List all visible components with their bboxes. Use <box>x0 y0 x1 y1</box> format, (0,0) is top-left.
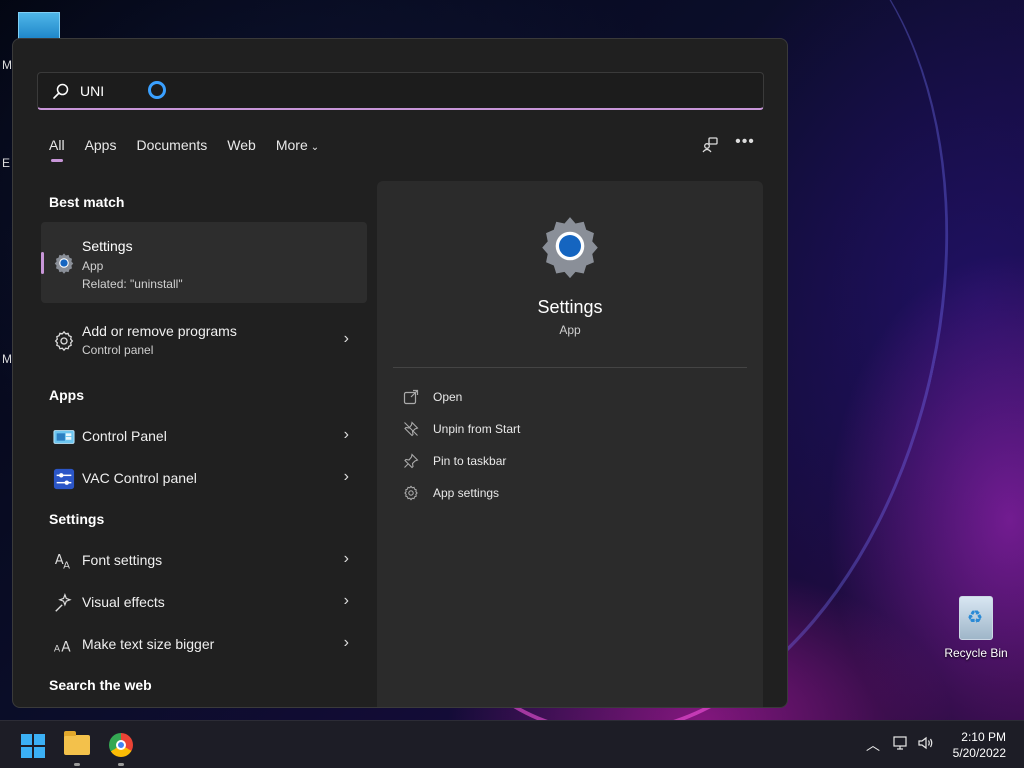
section-apps: Apps <box>49 387 84 403</box>
action-label: App settings <box>433 486 500 500</box>
open-icon <box>403 389 419 405</box>
gear-icon <box>54 330 74 352</box>
file-explorer-icon[interactable] <box>64 731 90 755</box>
font-icon: A A <box>55 553 70 572</box>
chevron-right-icon: › <box>343 426 349 443</box>
result-label: Visual effects <box>82 594 165 610</box>
search-panel: UNI All Apps Documents Web More ⌄ ••• Bes… <box>12 38 788 708</box>
pin-icon <box>404 453 419 469</box>
svg-text:A: A <box>63 560 70 571</box>
best-match-title: Settings <box>82 238 133 254</box>
chevron-right-icon: › <box>343 550 349 567</box>
sparkle-icon <box>55 593 72 612</box>
chevron-down-icon: ⌄ <box>310 142 320 153</box>
result-label: VAC Control panel <box>82 470 197 486</box>
cortana-icon <box>148 81 166 99</box>
section-search-web: Search the web <box>49 677 152 693</box>
clock-time: 2:10 PM <box>961 730 1006 744</box>
more-options-icon[interactable]: ••• <box>735 133 755 153</box>
chrome-icon[interactable] <box>109 733 133 757</box>
svg-text:A: A <box>54 643 61 654</box>
taskbar: ︿ 2:10 PM 5/20/2022 <box>0 720 1024 768</box>
tab-documents[interactable]: Documents <box>136 137 207 153</box>
search-tabs: All Apps Documents Web More ⌄ <box>49 137 339 162</box>
start-button-windows-icon[interactable] <box>21 734 45 758</box>
action-label: Pin to taskbar <box>433 454 507 468</box>
unpin-icon <box>404 421 419 437</box>
result-label: Control Panel <box>82 428 167 444</box>
chevron-right-icon: › <box>343 634 349 651</box>
text-size-icon: A A <box>54 639 71 655</box>
best-match-card[interactable]: Settings App Related: "uninstall" <box>41 222 367 303</box>
settings-gear-icon <box>542 217 598 279</box>
running-indicator <box>74 763 80 766</box>
best-match-type: App <box>82 259 104 273</box>
settings-gear-icon <box>54 253 74 274</box>
result-add-remove-programs[interactable]: Add or remove programs Control panel › <box>41 320 367 362</box>
recycle-bin-icon <box>959 596 993 640</box>
divider <box>393 367 747 368</box>
result-vac-control-panel[interactable]: VAC Control panel › <box>41 458 367 498</box>
chevron-right-icon: › <box>343 330 349 347</box>
search-box[interactable]: UNI <box>37 72 764 110</box>
vac-control-panel-icon <box>53 468 75 490</box>
volume-icon[interactable] <box>917 735 935 751</box>
section-best-match: Best match <box>49 194 125 210</box>
tab-more[interactable]: More ⌄ <box>276 137 319 153</box>
chevron-up-icon[interactable]: ︿ <box>866 735 880 755</box>
network-icon[interactable] <box>893 735 909 751</box>
clock-date: 5/20/2022 <box>952 746 1006 760</box>
result-font-settings[interactable]: A A Font settings › <box>41 540 367 580</box>
search-input[interactable]: UNI <box>80 83 104 99</box>
result-text-size[interactable]: A A Make text size bigger › <box>41 624 367 664</box>
svg-text:A: A <box>61 639 71 655</box>
account-switch-icon[interactable] <box>701 135 721 155</box>
action-label: Unpin from Start <box>433 422 521 436</box>
detail-pane: Settings App Open Unpin from Start Pin t… <box>377 181 763 707</box>
best-match-related: Related: "uninstall" <box>82 277 183 291</box>
control-panel-icon <box>53 430 75 444</box>
result-label: Make text size bigger <box>82 636 215 652</box>
result-visual-effects[interactable]: Visual effects › <box>41 582 367 622</box>
clock[interactable]: 2:10 PM 5/20/2022 <box>953 729 1006 761</box>
search-icon <box>53 83 69 99</box>
result-subtitle: Control panel <box>82 343 154 357</box>
desktop-label-fragment: M <box>2 58 12 72</box>
tab-web[interactable]: Web <box>227 137 256 153</box>
tab-apps[interactable]: Apps <box>85 137 117 153</box>
desktop-label-fragment: E <box>2 156 11 170</box>
result-label: Font settings <box>82 552 163 568</box>
recycle-bin[interactable]: Recycle Bin <box>944 596 1008 660</box>
result-control-panel[interactable]: Control Panel › <box>41 416 367 456</box>
detail-subtitle: App <box>559 323 581 337</box>
action-label: Open <box>433 390 463 404</box>
chevron-right-icon: › <box>343 468 349 485</box>
selection-indicator <box>41 252 44 274</box>
result-title: Add or remove programs <box>82 323 237 339</box>
detail-title: Settings <box>537 297 603 317</box>
section-settings: Settings <box>49 511 105 527</box>
chevron-right-icon: › <box>343 592 349 609</box>
running-indicator <box>118 763 124 766</box>
recycle-bin-label: Recycle Bin <box>944 646 1008 660</box>
gear-icon <box>404 485 418 501</box>
desktop-label-fragment: M <box>2 352 12 366</box>
tab-all[interactable]: All <box>49 137 65 162</box>
